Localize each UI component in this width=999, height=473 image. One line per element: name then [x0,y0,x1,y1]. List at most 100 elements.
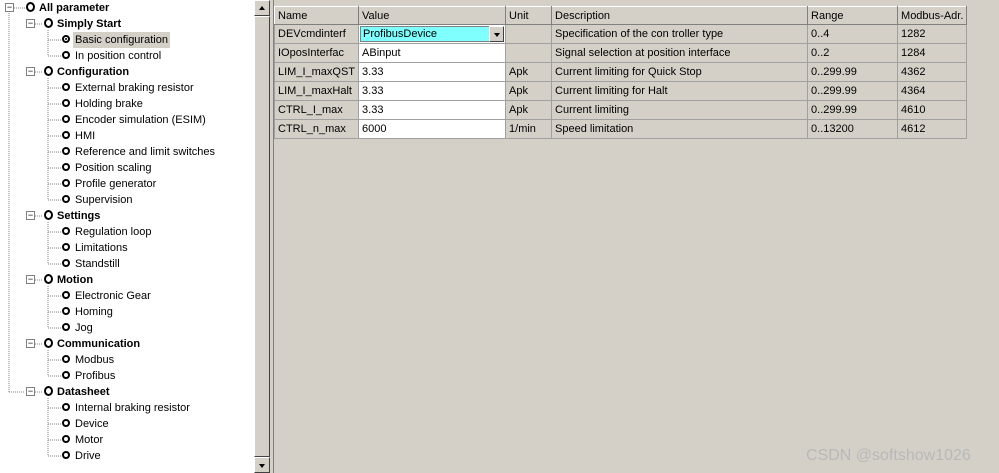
tree-node-label[interactable]: Motor [73,432,105,448]
tree-node-label[interactable]: Communication [55,336,142,352]
tree-node-label[interactable]: Configuration [55,64,131,80]
tree-item-standstill[interactable]: Standstill [0,256,254,272]
cell-value[interactable]: 6000 [358,119,507,139]
collapse-toggle-icon[interactable]: − [26,275,35,284]
tree-item-motor[interactable]: Motor [0,432,254,448]
column-header-modbus-adr[interactable]: Modbus-Adr. [897,6,968,25]
arrow-up-icon [259,6,265,10]
cell-value[interactable]: 3.33 [358,100,507,120]
collapse-toggle-icon[interactable]: − [26,67,35,76]
collapse-toggle-icon[interactable]: − [5,3,14,12]
tree-item-holding-brake[interactable]: Holding brake [0,96,254,112]
tree-node-label[interactable]: Electronic Gear [73,288,153,304]
tree-node-label[interactable]: Profile generator [73,176,158,192]
tree-item-reference-and-limit-switches[interactable]: Reference and limit switches [0,144,254,160]
cell-range: 0..299.99 [807,81,899,101]
column-header-range[interactable]: Range [807,6,899,25]
node-circle-icon [44,18,53,28]
tree-node-label[interactable]: All parameter [37,0,111,16]
tree-node-label[interactable]: Limitations [73,240,130,256]
tree-item-jog[interactable]: Jog [0,320,254,336]
table-row[interactable]: CTRL_I_max 3.33 Apk Current limiting 0..… [273,100,968,120]
collapse-toggle-icon[interactable]: − [26,387,35,396]
tree-root-all-parameter[interactable]: − All parameter [0,0,254,16]
tree-item-internal-braking-resistor[interactable]: Internal braking resistor [0,400,254,416]
collapse-toggle-icon[interactable]: − [26,211,35,220]
tree-node-label[interactable]: Settings [55,208,102,224]
node-circle-icon [62,83,70,91]
column-header-description[interactable]: Description [551,6,809,25]
tree-item-external-braking-resistor[interactable]: External braking resistor [0,80,254,96]
tree-item-device[interactable]: Device [0,416,254,432]
tree-item-limitations[interactable]: Limitations [0,240,254,256]
tree-item-encoder-simulation-esim-[interactable]: Encoder simulation (ESIM) [0,112,254,128]
tree-item-hmi[interactable]: HMI [0,128,254,144]
table-row[interactable]: DEVcmdinterf ProfibusDevice Specificatio… [273,24,968,44]
tree-node-label[interactable]: Supervision [73,192,134,208]
collapse-toggle-icon[interactable]: − [26,339,35,348]
tree-item-regulation-loop[interactable]: Regulation loop [0,224,254,240]
tree-node-label[interactable]: Device [73,416,111,432]
tree-item-position-scaling[interactable]: Position scaling [0,160,254,176]
tree-node-label[interactable]: Basic configuration [73,32,170,48]
node-circle-icon [62,227,70,235]
table-row[interactable]: IOposInterfac ABinput Signal selection a… [273,43,968,63]
tree-item-profibus[interactable]: Profibus [0,368,254,384]
tree-node-label[interactable]: Datasheet [55,384,112,400]
node-circle-icon [62,179,70,187]
tree-node-label[interactable]: HMI [73,128,97,144]
table-row[interactable]: CTRL_n_max 6000 1/min Speed limitation 0… [273,119,968,139]
tree-item-drive[interactable]: Drive [0,448,254,464]
tree-group-configuration[interactable]: − Configuration [0,64,254,80]
column-header-name[interactable]: Name [273,6,360,25]
cell-value[interactable]: 3.33 [358,62,507,82]
cell-value[interactable]: ProfibusDevice [358,24,507,44]
tree-group-communication[interactable]: − Communication [0,336,254,352]
table-row[interactable]: LIM_I_maxHalt 3.33 Apk Current limiting … [273,81,968,101]
tree-node-label[interactable]: Jog [73,320,95,336]
tree-node-label[interactable]: Reference and limit switches [73,144,217,160]
tree-group-datasheet[interactable]: − Datasheet [0,384,254,400]
tree-item-homing[interactable]: Homing [0,304,254,320]
tree-scrollbar[interactable] [254,0,270,473]
node-circle-icon [62,307,70,315]
tree-node-label[interactable]: Regulation loop [73,224,153,240]
column-header-unit[interactable]: Unit [505,6,553,25]
scroll-up-button[interactable] [254,0,270,16]
cell-value[interactable]: ABinput [358,43,507,63]
tree-node-label[interactable]: Homing [73,304,115,320]
tree-node-label[interactable]: Standstill [73,256,122,272]
tree-item-modbus[interactable]: Modbus [0,352,254,368]
tree-node-label[interactable]: Motion [55,272,95,288]
table-row[interactable]: LIM_I_maxQST 3.33 Apk Current limiting f… [273,62,968,82]
tree-node-label[interactable]: Profibus [73,368,117,384]
tree-node-label[interactable]: External braking resistor [73,80,196,96]
tree-item-electronic-gear[interactable]: Electronic Gear [0,288,254,304]
node-circle-icon [62,163,70,171]
tree-group-settings[interactable]: − Settings [0,208,254,224]
tree-node-label[interactable]: Encoder simulation (ESIM) [73,112,208,128]
tree-node-label[interactable]: Drive [73,448,103,464]
tree-node-label[interactable]: Modbus [73,352,116,368]
tree-node-label[interactable]: Internal braking resistor [73,400,192,416]
scroll-thumb[interactable] [254,16,270,457]
cell-name: DEVcmdinterf [273,24,360,44]
tree-group-simply-start[interactable]: − Simply Start [0,16,254,32]
scroll-down-button[interactable] [254,457,270,473]
cell-value[interactable]: 3.33 [358,81,507,101]
column-header-value[interactable]: Value [358,6,507,25]
tree-item-supervision[interactable]: Supervision [0,192,254,208]
tree-item-in-position-control[interactable]: In position control [0,48,254,64]
tree-item-profile-generator[interactable]: Profile generator [0,176,254,192]
dropdown-selected-value[interactable]: ProfibusDevice [360,26,505,42]
node-circle-icon [44,338,53,348]
tree-node-label[interactable]: Holding brake [73,96,145,112]
tree-item-basic-configuration[interactable]: Basic configuration [0,32,254,48]
tree-node-label[interactable]: Position scaling [73,160,153,176]
value-dropdown[interactable]: ProfibusDevice [360,26,505,42]
tree-node-label[interactable]: Simply Start [55,16,123,32]
tree-group-motion[interactable]: − Motion [0,272,254,288]
collapse-toggle-icon[interactable]: − [26,19,35,28]
dropdown-button[interactable] [489,26,505,42]
tree-node-label[interactable]: In position control [73,48,163,64]
